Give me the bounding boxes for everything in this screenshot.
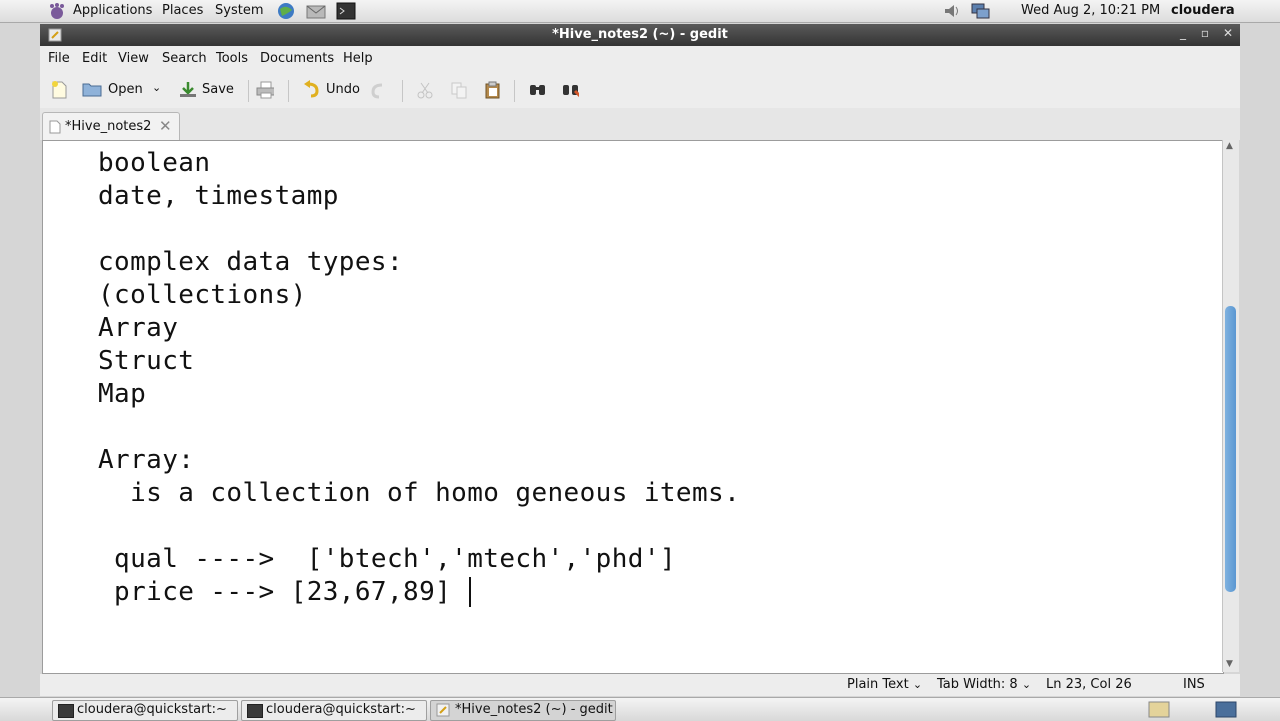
toolbar-divider bbox=[514, 80, 515, 102]
tab-width-selector[interactable]: Tab Width: 8 ⌄ bbox=[937, 677, 1031, 692]
menu-search[interactable]: Search bbox=[162, 51, 207, 66]
text-cursor bbox=[469, 577, 471, 607]
taskbar-item-terminal-1[interactable]: cloudera@quickstart:~ bbox=[52, 700, 238, 721]
terminal-icon bbox=[58, 704, 74, 718]
save-icon bbox=[180, 82, 196, 97]
editor-line: is a collection of homo geneous items. bbox=[98, 478, 741, 508]
chevron-down-icon[interactable]: ⌄ bbox=[152, 81, 161, 94]
menu-documents[interactable]: Documents bbox=[260, 51, 334, 66]
taskbar-item-gedit[interactable]: *Hive_notes2 (~) - gedit bbox=[430, 700, 616, 721]
undo-icon bbox=[304, 80, 319, 98]
gedit-app-icon bbox=[436, 703, 450, 717]
workspace-icon[interactable] bbox=[1215, 701, 1237, 718]
new-document-icon[interactable] bbox=[50, 81, 68, 99]
close-tab-icon[interactable]: ✕ bbox=[159, 117, 172, 135]
language-label: Plain Text bbox=[847, 677, 909, 692]
editor-line: (collections) bbox=[98, 280, 307, 310]
save-button[interactable]: Save bbox=[178, 80, 238, 102]
mail-client-icon[interactable] bbox=[305, 1, 327, 21]
text-editor[interactable]: boolean date, timestamp complex data typ… bbox=[42, 140, 1224, 674]
top-panel: Applications Places System Wed Aug 2, 10… bbox=[0, 0, 1280, 23]
menu-tools[interactable]: Tools bbox=[216, 51, 248, 66]
toolbar-divider bbox=[288, 80, 289, 102]
clock[interactable]: Wed Aug 2, 10:21 PM bbox=[1021, 3, 1160, 18]
tab-hive-notes2[interactable]: *Hive_notes2 ✕ bbox=[42, 112, 180, 141]
scroll-down-icon[interactable]: ▼ bbox=[1226, 659, 1233, 669]
editor-line: Map bbox=[98, 379, 147, 409]
document-icon bbox=[49, 120, 61, 134]
redo-icon[interactable] bbox=[370, 81, 388, 99]
editor-line: Array bbox=[98, 313, 179, 343]
chevron-down-icon: ⌄ bbox=[1021, 678, 1032, 691]
window-title: *Hive_notes2 (~) - gedit bbox=[552, 27, 728, 42]
menu-file[interactable]: File bbox=[48, 51, 70, 66]
open-label: Open bbox=[108, 82, 143, 97]
toolbar-divider bbox=[248, 80, 249, 102]
menu-bar: File Edit View Search Tools Documents He… bbox=[40, 46, 1240, 72]
workspace-switcher-icon[interactable] bbox=[1148, 701, 1170, 718]
print-icon[interactable] bbox=[256, 81, 274, 99]
paste-icon[interactable] bbox=[484, 81, 502, 99]
editor-line: qual ----> ['btech','mtech','phd'] bbox=[98, 544, 676, 574]
vertical-scrollbar[interactable]: ▲ ▼ bbox=[1222, 140, 1239, 672]
volume-icon[interactable] bbox=[943, 2, 963, 20]
taskbar-item-label: *Hive_notes2 (~) - gedit bbox=[455, 702, 613, 717]
find-icon[interactable] bbox=[528, 81, 546, 99]
undo-label: Undo bbox=[326, 82, 360, 97]
toolbar-divider bbox=[402, 80, 403, 102]
minimize-button[interactable]: _ bbox=[1176, 26, 1190, 42]
editor-line: Struct bbox=[98, 346, 195, 376]
copy-icon[interactable] bbox=[450, 81, 468, 99]
taskbar-item-label: cloudera@quickstart:~ bbox=[77, 702, 227, 717]
cursor-position: Ln 23, Col 26 bbox=[1046, 677, 1132, 692]
tab-width-label: Tab Width: 8 bbox=[937, 677, 1018, 692]
close-window-button[interactable]: ✕ bbox=[1221, 26, 1235, 42]
open-button[interactable]: Open ⌄ bbox=[82, 80, 162, 102]
toolbar: Open ⌄ Save Undo bbox=[40, 72, 1240, 109]
language-selector[interactable]: Plain Text ⌄ bbox=[847, 677, 922, 692]
find-replace-icon[interactable] bbox=[561, 81, 579, 99]
menu-view[interactable]: View bbox=[118, 51, 149, 66]
user-name[interactable]: cloudera bbox=[1171, 3, 1235, 18]
scrollbar-thumb[interactable] bbox=[1225, 306, 1236, 592]
gnome-foot-icon bbox=[50, 3, 64, 19]
scroll-up-icon[interactable]: ▲ bbox=[1226, 141, 1233, 151]
network-icon[interactable] bbox=[970, 2, 990, 20]
applications-menu[interactable]: Applications bbox=[73, 3, 152, 18]
menu-edit[interactable]: Edit bbox=[82, 51, 107, 66]
taskbar-item-label: cloudera@quickstart:~ bbox=[266, 702, 416, 717]
taskbar-item-terminal-2[interactable]: cloudera@quickstart:~ bbox=[241, 700, 427, 721]
terminal-launcher-icon[interactable] bbox=[336, 2, 356, 20]
editor-line: price ---> [23,67,89] bbox=[98, 577, 452, 607]
chevron-down-icon: ⌄ bbox=[912, 678, 923, 691]
cut-icon[interactable] bbox=[416, 81, 434, 99]
tab-label: *Hive_notes2 bbox=[65, 119, 152, 134]
editor-line: Array: bbox=[98, 445, 195, 475]
maximize-button[interactable]: ▫ bbox=[1198, 26, 1212, 42]
web-browser-icon[interactable] bbox=[276, 1, 296, 21]
terminal-icon bbox=[247, 704, 263, 718]
open-folder-icon bbox=[82, 83, 102, 97]
window-title-bar[interactable]: *Hive_notes2 (~) - gedit _ ▫ ✕ bbox=[40, 24, 1240, 46]
save-label: Save bbox=[202, 82, 234, 97]
places-menu[interactable]: Places bbox=[162, 3, 203, 18]
status-bar: Plain Text ⌄ Tab Width: 8 ⌄ Ln 23, Col 2… bbox=[40, 674, 1240, 696]
system-menu[interactable]: System bbox=[215, 3, 263, 18]
document-tab-bar: *Hive_notes2 ✕ bbox=[40, 108, 1240, 141]
menu-help[interactable]: Help bbox=[343, 51, 373, 66]
editor-line: complex data types: bbox=[98, 247, 404, 277]
editor-line: boolean bbox=[98, 148, 211, 178]
bottom-panel: cloudera@quickstart:~ cloudera@quickstar… bbox=[0, 697, 1280, 721]
insert-mode: INS bbox=[1183, 677, 1205, 692]
editor-line: date, timestamp bbox=[98, 181, 339, 211]
undo-button[interactable]: Undo bbox=[302, 80, 366, 102]
